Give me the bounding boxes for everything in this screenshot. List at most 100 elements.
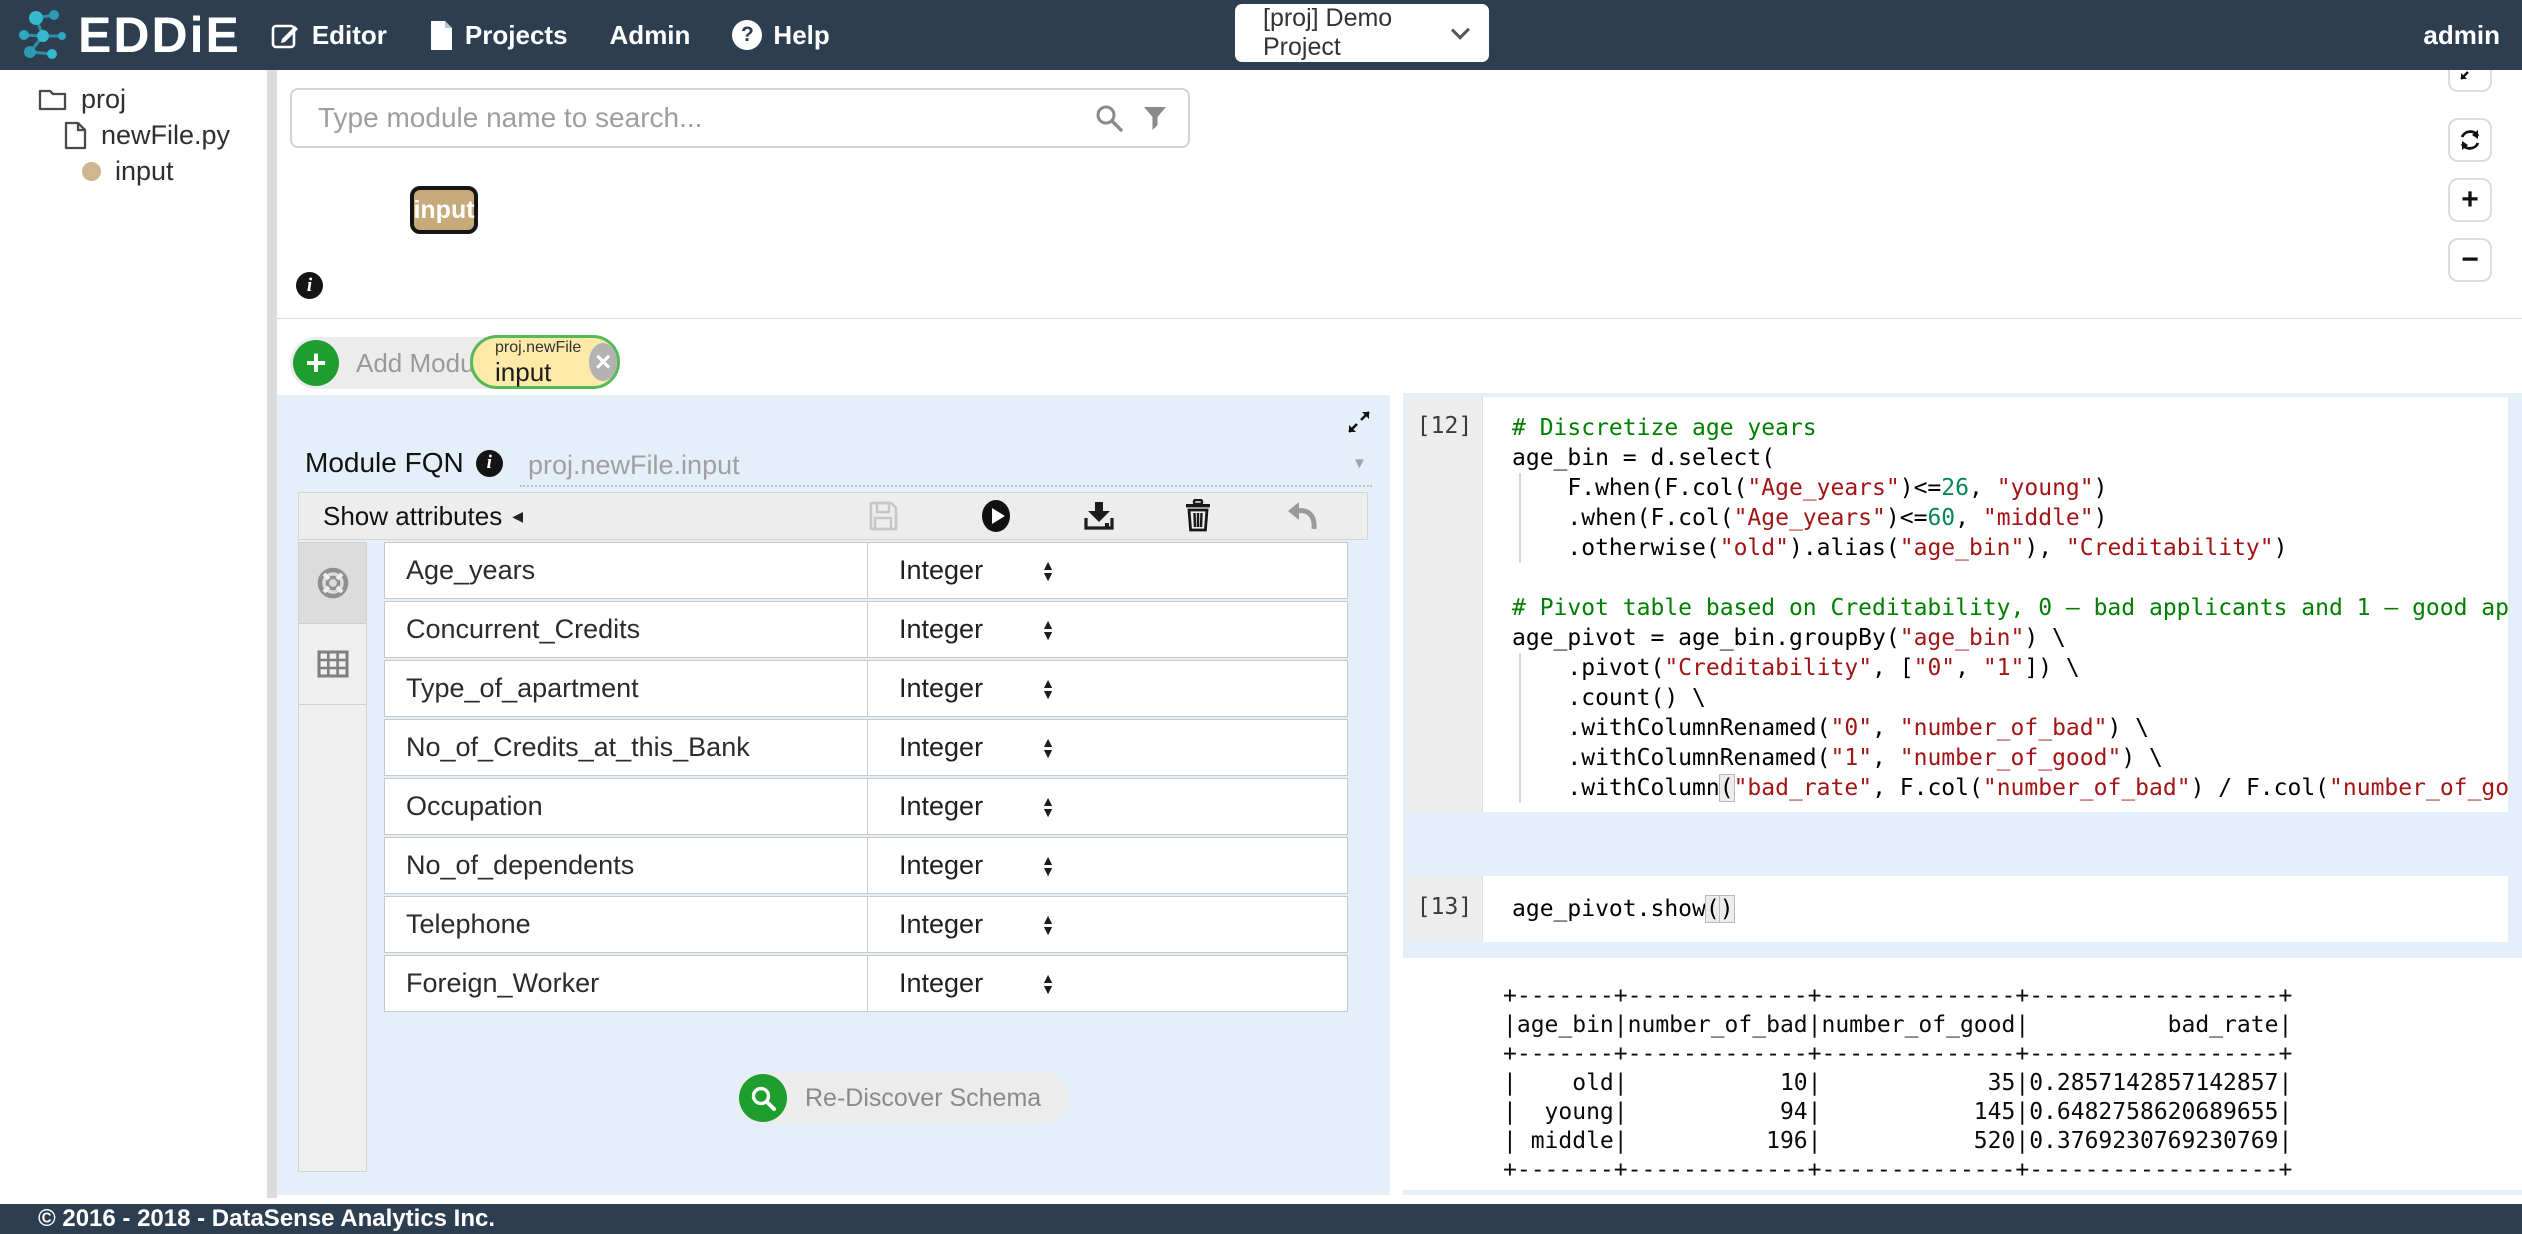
eddie-logo-icon (14, 6, 68, 64)
folder-icon (38, 88, 67, 111)
stepper-icon: ▲▼ (1041, 619, 1055, 641)
table-row: Occupation Integer ▲▼ (384, 778, 1348, 835)
stepper-icon: ▲▼ (1041, 560, 1055, 582)
rediscover-schema-button[interactable]: Re-Discover Schema (737, 1072, 1069, 1124)
attribute-name: No_of_dependents (385, 838, 868, 893)
attribute-type-select[interactable]: Integer ▲▼ (868, 897, 1347, 952)
tab-schema-view[interactable] (299, 543, 366, 624)
canvas-divider (277, 318, 2522, 319)
code-cell-13: [13] age_pivot.show() (1407, 876, 2508, 942)
code-editor[interactable]: age_pivot.show() (1483, 876, 2508, 942)
projects-file-icon (429, 20, 454, 51)
fqn-underline (520, 485, 1372, 487)
code-editor[interactable]: # Discretize age yearsage_bin = d.select… (1483, 397, 2508, 812)
copyright-text: © 2016 - 2018 - DataSense Analytics Inc. (38, 1205, 495, 1232)
attribute-type-select[interactable]: Integer ▲▼ (868, 779, 1347, 834)
delete-button[interactable] (1176, 494, 1220, 538)
nav-item-admin[interactable]: Admin (610, 20, 691, 51)
user-menu[interactable]: admin (2423, 0, 2500, 70)
nav-item-label: Admin (610, 20, 691, 51)
module-tab-name: input (495, 359, 581, 385)
attributes-table: Age_years Integer ▲▼ Concurrent_Credits … (384, 542, 1348, 1014)
attribute-type-select[interactable]: Integer ▲▼ (868, 956, 1347, 1011)
stepper-icon: ▲▼ (1041, 796, 1055, 818)
canvas-node-input[interactable]: input (410, 186, 478, 234)
table-row: Concurrent_Credits Integer ▲▼ (384, 601, 1348, 658)
attribute-name: Age_years (385, 543, 868, 598)
editor-pencil-icon (271, 20, 301, 50)
search-icon[interactable] (1094, 103, 1124, 133)
filter-funnel-icon[interactable] (1142, 105, 1168, 132)
nav-item-projects[interactable]: Projects (429, 20, 568, 51)
attribute-type-select[interactable]: Integer ▲▼ (868, 661, 1347, 716)
module-tab-input[interactable]: proj.newFile input × (470, 335, 620, 389)
download-button[interactable] (1077, 494, 1121, 538)
notebook-panel: [12] # Discretize age yearsage_bin = d.s… (1403, 393, 2522, 1195)
sidebar-scrollbar[interactable] (267, 70, 277, 1198)
tab-table-view[interactable] (299, 624, 366, 705)
info-icon[interactable]: i (476, 450, 503, 477)
module-search (290, 88, 1190, 148)
refresh-layout-button[interactable] (2448, 118, 2492, 162)
nav-item-help[interactable]: ? Help (732, 20, 829, 51)
attribute-name: Foreign_Worker (385, 956, 868, 1011)
search-icon (739, 1074, 787, 1122)
plus-icon: + (293, 340, 339, 386)
attribute-name: Occupation (385, 779, 868, 834)
attributes-toolbar: Show attributes ◀ (298, 492, 1368, 540)
attribute-type-select[interactable]: Integer ▲▼ (868, 838, 1347, 893)
tree-item-label: newFile.py (101, 120, 230, 151)
refresh-icon (2457, 127, 2483, 153)
table-row: Foreign_Worker Integer ▲▼ (384, 955, 1348, 1012)
tree-item-label: proj (81, 84, 126, 115)
footer: © 2016 - 2018 - DataSense Analytics Inc. (0, 1204, 2522, 1234)
canvas-info-icon[interactable]: i (296, 272, 323, 299)
run-button[interactable] (974, 494, 1018, 538)
close-icon[interactable]: × (589, 343, 617, 381)
eddie-app: EDDiE Editor Projects (0, 0, 2522, 1234)
tree-item-newfile[interactable]: newFile.py (64, 120, 230, 151)
module-fqn-input[interactable]: proj.newFile.input (528, 450, 740, 481)
tree-item-proj[interactable]: proj (38, 84, 126, 115)
undo-button[interactable] (1280, 494, 1324, 538)
save-button[interactable] (861, 494, 905, 538)
table-row: No_of_dependents Integer ▲▼ (384, 837, 1348, 894)
project-selector-value: [proj] Demo Project (1263, 4, 1454, 62)
help-question-icon: ? (732, 20, 762, 50)
zoom-in-button[interactable]: + (2448, 178, 2492, 222)
zoom-out-button[interactable]: − (2448, 238, 2492, 282)
show-attributes-toggle[interactable]: Show attributes ◀ (323, 493, 523, 539)
attribute-name: No_of_Credits_at_this_Bank (385, 720, 868, 775)
table-row: Telephone Integer ▲▼ (384, 896, 1348, 953)
expand-icon[interactable] (1346, 409, 1372, 435)
stepper-icon: ▲▼ (1041, 914, 1055, 936)
code-cell-12: [12] # Discretize age yearsage_bin = d.s… (1407, 397, 2508, 812)
project-selector[interactable]: [proj] Demo Project (1235, 4, 1489, 62)
tree-item-label: input (115, 156, 174, 187)
indent-guide (1519, 473, 1521, 563)
indent-guide (1519, 653, 1521, 803)
attribute-type-select[interactable]: Integer ▲▼ (868, 602, 1347, 657)
stepper-icon: ▲▼ (1041, 678, 1055, 700)
attribute-name: Concurrent_Credits (385, 602, 868, 657)
stepper-icon: ▲▼ (1041, 737, 1055, 759)
search-input[interactable] (316, 101, 1094, 135)
module-detail-panel: Module FQN i proj.newFile.input ▼ Show a… (277, 395, 1390, 1195)
attribute-type-select[interactable]: Integer ▲▼ (868, 543, 1347, 598)
table-row: Age_years Integer ▲▼ (384, 542, 1348, 599)
cell-execution-label: [12] (1407, 397, 1483, 812)
attribute-type-select[interactable]: Integer ▲▼ (868, 720, 1347, 775)
tree-item-input[interactable]: input (82, 156, 174, 187)
attribute-view-tabs (298, 542, 367, 1172)
collapse-arrow-icon: ◀ (512, 508, 523, 525)
cell-output: +-------+-------------+--------------+--… (1403, 958, 2522, 1190)
nav-item-label: Help (773, 20, 829, 51)
nav-item-editor[interactable]: Editor (271, 20, 387, 51)
brand-name: EDDiE (78, 6, 241, 64)
brand-link[interactable]: EDDiE (14, 6, 241, 64)
lifering-icon (315, 565, 351, 601)
module-fqn-label: Module FQN i (305, 447, 503, 479)
caret-down-icon: ▼ (1352, 455, 1367, 472)
table-row: Type_of_apartment Integer ▲▼ (384, 660, 1348, 717)
cell-execution-label: [13] (1407, 876, 1483, 942)
